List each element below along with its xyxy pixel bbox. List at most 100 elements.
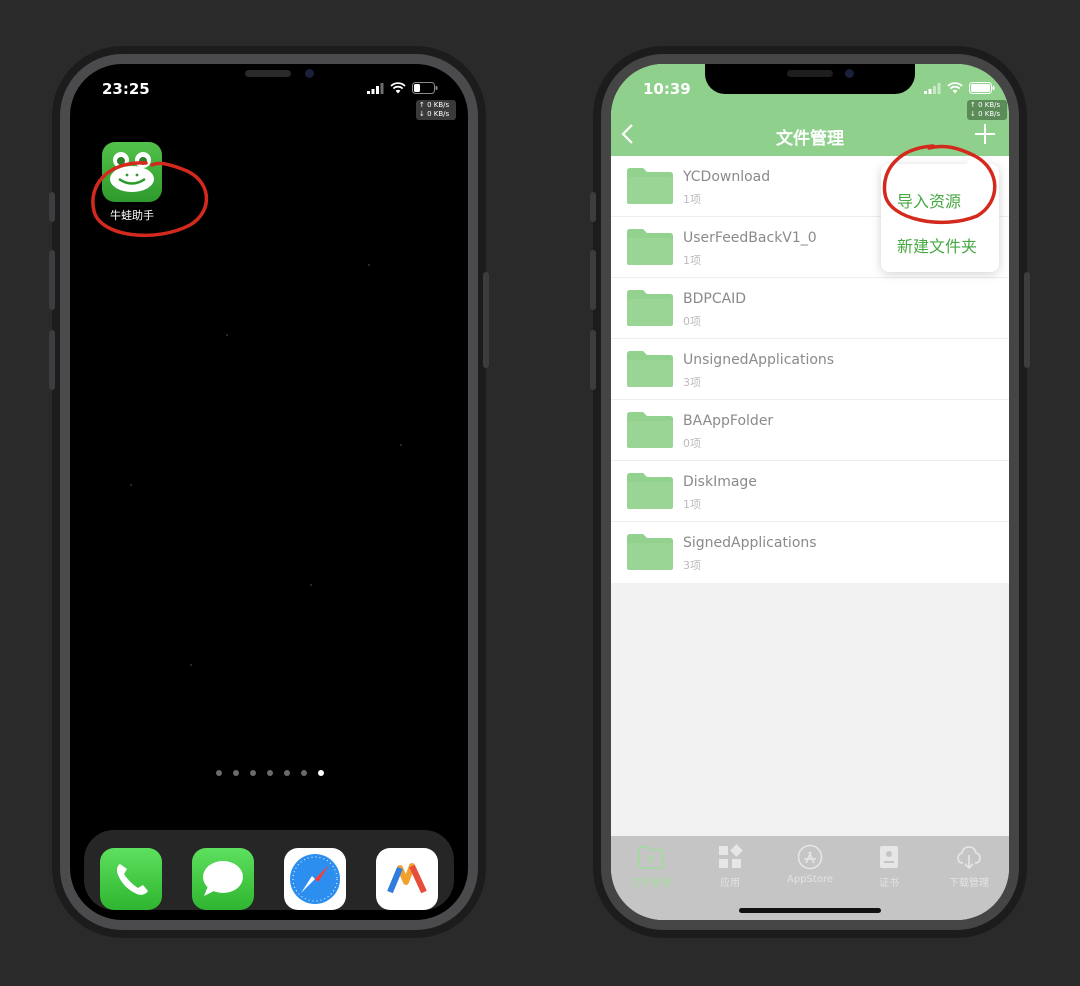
- home-indicator[interactable]: [739, 908, 881, 913]
- phone-icon: [116, 864, 148, 895]
- apps-grid-icon: [719, 844, 743, 868]
- folder-name: BDPCAID: [683, 291, 747, 307]
- earpiece: [245, 70, 291, 77]
- page-dot-active: [318, 770, 324, 776]
- front-camera: [305, 69, 314, 78]
- folder-item-count: 0项: [683, 437, 701, 450]
- page-dot: [216, 770, 222, 776]
- folder-icon: [627, 473, 673, 509]
- mute-switch: [590, 192, 596, 222]
- battery-icon: [412, 82, 438, 94]
- right-phone: 10:39 ↑ 0 KB/s ↓ 0 KB/s 文件管理 YCDownload …: [590, 46, 1030, 938]
- status-time: 23:25: [102, 80, 150, 98]
- volume-down-button: [590, 330, 596, 390]
- folder-item-count: 1项: [683, 498, 701, 511]
- page-dot: [250, 770, 256, 776]
- page-dot: [233, 770, 239, 776]
- folder-item-count: 1项: [683, 254, 701, 267]
- download-speed: ↓ 0 KB/s: [419, 110, 450, 118]
- earpiece: [787, 70, 833, 77]
- folder-icon: [627, 412, 673, 448]
- safari-icon: [290, 854, 340, 904]
- status-time: 10:39: [643, 80, 691, 98]
- folder-row[interactable]: DiskImage 1项: [611, 461, 1009, 522]
- status-icons: [924, 82, 995, 94]
- left-phone: 23:25 ↑ 0 KB/s ↓ 0 KB/s 牛蛙助手: [49, 46, 489, 938]
- battery-icon: [969, 82, 995, 94]
- folder-icon: [627, 351, 673, 387]
- folder-item-count: 1项: [683, 193, 701, 206]
- colorful-app[interactable]: [376, 848, 438, 910]
- folder-name: SignedApplications: [683, 535, 817, 551]
- download-speed: ↓ 0 KB/s: [970, 110, 1001, 118]
- volume-up-button: [49, 250, 55, 310]
- mute-switch: [49, 192, 55, 222]
- dock: [84, 830, 454, 910]
- wifi-icon: [390, 82, 406, 94]
- cloud-download-icon: [957, 846, 981, 870]
- file-manager-screen: 10:39 ↑ 0 KB/s ↓ 0 KB/s 文件管理 YCDownload …: [611, 64, 1009, 920]
- page-dot: [284, 770, 290, 776]
- folder-name: BAAppFolder: [683, 413, 774, 429]
- notch: [705, 64, 915, 94]
- folder-name: UserFeedBackV1_0: [683, 230, 817, 246]
- network-speed-badge: ↑ 0 KB/s ↓ 0 KB/s: [967, 100, 1007, 120]
- wallpaper-star: [190, 664, 192, 666]
- safari-app[interactable]: [284, 848, 346, 910]
- signal-icon: [924, 82, 941, 94]
- folder-row[interactable]: SignedApplications 3项: [611, 522, 1009, 583]
- folder-row[interactable]: BAAppFolder 0项: [611, 400, 1009, 461]
- volume-up-button: [590, 250, 596, 310]
- tab-apps[interactable]: 应用: [690, 844, 770, 889]
- page-indicator[interactable]: [216, 770, 324, 776]
- home-screen: 23:25 ↑ 0 KB/s ↓ 0 KB/s 牛蛙助手: [70, 64, 468, 920]
- tab-appstore[interactable]: AppStore: [770, 844, 850, 885]
- folder-row[interactable]: BDPCAID 0项: [611, 278, 1009, 339]
- tab-label: 证书: [879, 878, 899, 889]
- messages-app[interactable]: [192, 848, 254, 910]
- wallpaper-star: [226, 334, 228, 336]
- folder-icon: [627, 168, 673, 204]
- folder-icon: [627, 534, 673, 570]
- power-button: [1024, 272, 1030, 368]
- tab-label: 下载管理: [949, 878, 989, 889]
- appstore-icon: [797, 844, 823, 870]
- power-button: [483, 272, 489, 368]
- tab-certificate[interactable]: 证书: [849, 844, 929, 889]
- phone-app[interactable]: [100, 848, 162, 910]
- folder-icon: [627, 290, 673, 326]
- network-speed-badge: ↑ 0 KB/s ↓ 0 KB/s: [416, 100, 456, 120]
- volume-down-button: [49, 330, 55, 390]
- folder-name: UnsignedApplications: [683, 352, 835, 368]
- annotation-circle: [91, 161, 208, 238]
- tab-downloads[interactable]: 下载管理: [929, 844, 1009, 889]
- annotation-circle: [882, 144, 997, 225]
- tab-label: 应用: [720, 878, 740, 889]
- tab-label: 文件管理: [631, 878, 671, 889]
- folder-icon: [627, 229, 673, 265]
- tab-file-manager[interactable]: 文件管理: [611, 844, 691, 889]
- wallpaper-star: [130, 484, 132, 486]
- wallpaper-star: [368, 264, 370, 266]
- wallpaper-star: [310, 584, 312, 586]
- signal-icon: [367, 82, 384, 94]
- app-icon: [387, 863, 427, 894]
- new-folder-menu-item[interactable]: 新建文件夹: [897, 233, 977, 257]
- folder-item-count: 3项: [683, 376, 701, 389]
- upload-speed: ↑ 0 KB/s: [419, 101, 450, 109]
- upload-speed: ↑ 0 KB/s: [970, 101, 1001, 109]
- folder-name: DiskImage: [683, 474, 757, 490]
- front-camera: [845, 69, 854, 78]
- status-icons: [367, 82, 438, 94]
- certificate-icon: [880, 846, 898, 868]
- folder-item-count: 3项: [683, 559, 701, 572]
- folder-icon: [638, 846, 664, 869]
- folder-row[interactable]: UnsignedApplications 3项: [611, 339, 1009, 400]
- messages-icon: [203, 861, 243, 896]
- wallpaper-star: [400, 444, 402, 446]
- page-dot: [267, 770, 273, 776]
- page-dot: [301, 770, 307, 776]
- tab-label: AppStore: [787, 874, 833, 885]
- folder-item-count: 0项: [683, 315, 701, 328]
- wifi-icon: [947, 82, 963, 94]
